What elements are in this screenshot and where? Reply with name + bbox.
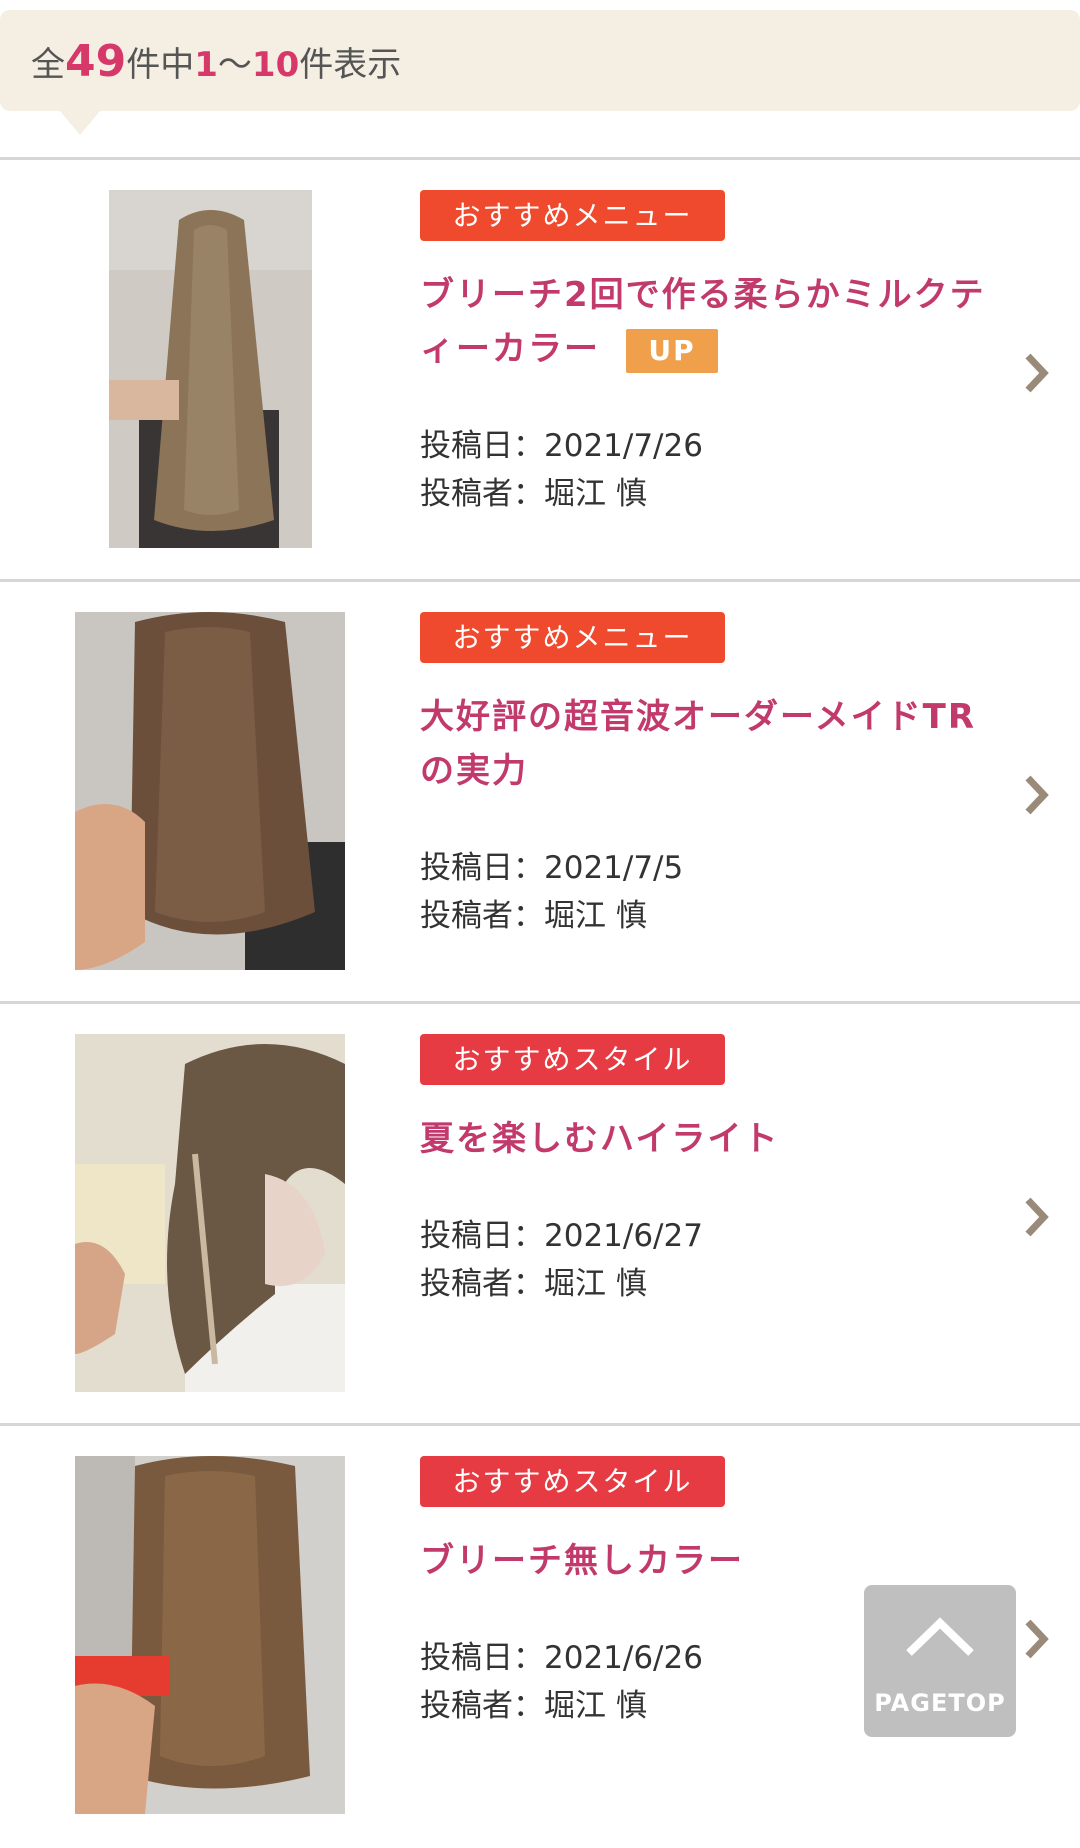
up-badge: UP	[626, 328, 718, 373]
post-author: 投稿者：堀江 慎	[420, 476, 647, 512]
category-badge: おすすめメニュー	[420, 190, 725, 241]
count-prefix: 全	[31, 45, 65, 85]
count-from: 1	[194, 45, 218, 85]
post-title[interactable]: ブリーチ無しカラー	[420, 1534, 990, 1588]
result-count-bar: 全49件中1～10件表示	[0, 10, 1080, 135]
count-sep: ～	[217, 45, 252, 85]
post-author: 投稿者：堀江 慎	[420, 1688, 647, 1724]
count-total: 49	[65, 36, 127, 87]
pagetop-label: PAGETOP	[874, 1689, 1006, 1717]
list-item[interactable]: おすすめメニュー ブリーチ2回で作る柔らかミルクティーカラー UP 投稿日：202…	[0, 157, 1080, 582]
category-badge: おすすめメニュー	[420, 612, 725, 663]
post-thumbnail[interactable]	[75, 612, 345, 970]
post-title-text[interactable]: 大好評の超音波オーダーメイドTRの実力	[420, 697, 976, 791]
category-badge: おすすめスタイル	[420, 1034, 725, 1085]
count-suffix: 件表示	[299, 45, 402, 85]
list-item[interactable]: おすすめメニュー 大好評の超音波オーダーメイドTRの実力 投稿日：2021/7/…	[0, 579, 1080, 1004]
list-item[interactable]: おすすめスタイル 夏を楽しむハイライト 投稿日：2021/6/27 投稿者：堀江…	[0, 1001, 1080, 1426]
count-to: 10	[251, 45, 300, 85]
chevron-right-icon[interactable]	[1022, 772, 1052, 818]
post-title-text[interactable]: 夏を楽しむハイライト	[420, 1119, 779, 1159]
post-thumbnail[interactable]	[75, 1456, 345, 1814]
post-date: 投稿日：2021/7/26	[420, 428, 703, 464]
count-mid: 件中	[126, 45, 195, 85]
chevron-right-icon[interactable]	[1022, 1616, 1052, 1662]
pagetop-button[interactable]: PAGETOP	[864, 1585, 1016, 1737]
category-badge: おすすめスタイル	[420, 1456, 725, 1507]
post-author: 投稿者：堀江 慎	[420, 1266, 647, 1302]
chevron-right-icon[interactable]	[1022, 350, 1052, 396]
post-title[interactable]: 夏を楽しむハイライト	[420, 1112, 990, 1166]
result-count-text: 全49件中1～10件表示	[31, 37, 401, 90]
chevron-right-icon[interactable]	[1022, 1194, 1052, 1240]
post-author: 投稿者：堀江 慎	[420, 898, 647, 934]
post-thumbnail[interactable]	[75, 1034, 345, 1392]
post-date: 投稿日：2021/6/27	[420, 1218, 703, 1254]
post-title[interactable]: ブリーチ2回で作る柔らかミルクティーカラー UP	[420, 268, 990, 376]
post-title-text[interactable]: ブリーチ無しカラー	[420, 1541, 744, 1581]
post-thumbnail[interactable]	[109, 190, 312, 548]
post-title[interactable]: 大好評の超音波オーダーメイドTRの実力	[420, 690, 990, 798]
post-date: 投稿日：2021/6/26	[420, 1640, 703, 1676]
chevron-up-icon	[906, 1617, 974, 1656]
count-bar-pointer	[60, 111, 100, 135]
post-date: 投稿日：2021/7/5	[420, 850, 684, 886]
